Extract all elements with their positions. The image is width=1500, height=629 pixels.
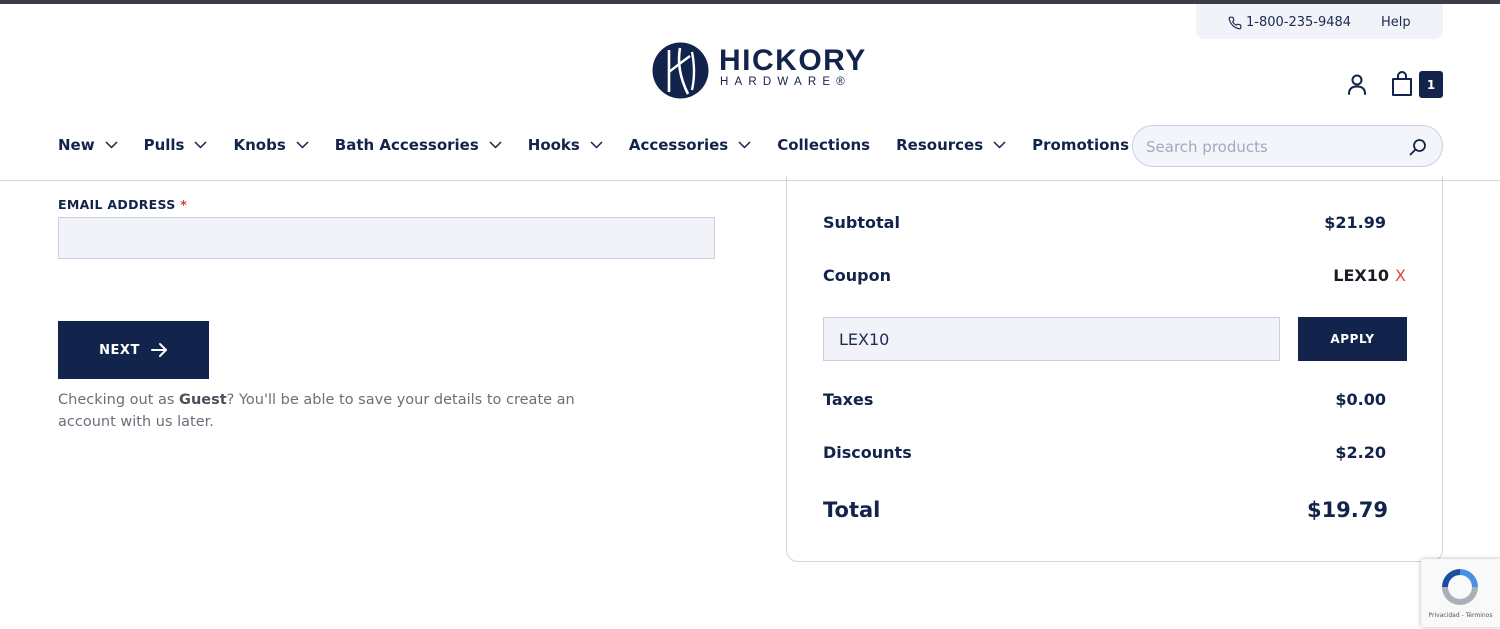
taxes-label: Taxes [823, 390, 874, 409]
logo-mark-icon [652, 42, 709, 99]
recaptcha-badge[interactable]: Privacidad - Términos [1421, 559, 1500, 627]
phone-icon [1228, 16, 1242, 29]
nav-item-collections[interactable]: Collections [777, 136, 870, 154]
nav-item-label: New [58, 136, 95, 154]
logo-text-secondary: HARDWARE® [720, 76, 851, 88]
recaptcha-icon [1442, 569, 1478, 605]
arrow-right-icon [150, 343, 167, 357]
nav-item-bath-accessories[interactable]: Bath Accessories [335, 136, 502, 154]
chevron-down-icon [194, 141, 208, 149]
order-summary: Subtotal $21.99 Coupon LEX10 X APPLY Taxe… [786, 176, 1443, 562]
chevron-down-icon [489, 141, 502, 149]
search-icon[interactable] [1409, 138, 1427, 156]
nav-item-promotions[interactable]: Promotions [1032, 136, 1129, 154]
nav-item-accessories[interactable]: Accessories [629, 136, 751, 154]
nav-item-label: Collections [777, 136, 871, 154]
next-button-label: NEXT [99, 342, 140, 358]
cart-bag-icon[interactable] [1390, 71, 1414, 97]
email-label: EMAIL ADDRESS * [58, 197, 187, 212]
recaptcha-footer: Privacidad - Términos [1428, 612, 1493, 619]
phone-number: 1-800-235-9484 [1246, 15, 1352, 30]
search-box [1132, 125, 1443, 167]
next-button[interactable]: NEXT [58, 321, 209, 379]
total-value: $19.79 [1306, 498, 1388, 522]
email-field[interactable] [58, 217, 715, 259]
chevron-down-icon [105, 141, 118, 149]
discounts-label: Discounts [823, 443, 912, 462]
chevron-down-icon [738, 141, 751, 149]
required-mark: * [180, 197, 188, 212]
phone-link[interactable]: 1-800-235-9484 [1228, 15, 1351, 30]
nav-item-label: Hooks [527, 136, 580, 154]
coupon-label: Coupon [823, 266, 891, 285]
nav-item-label: Bath Accessories [334, 136, 479, 154]
applied-coupon: LEX10 X [1333, 266, 1406, 285]
email-label-text: EMAIL ADDRESS [58, 197, 176, 212]
nav-item-resources[interactable]: Resources [896, 136, 1006, 154]
nav-item-label: Resources [896, 136, 984, 154]
subtotal-label: Subtotal [823, 213, 900, 232]
subtotal-value: $21.99 [1324, 213, 1386, 232]
chevron-down-icon [590, 141, 603, 149]
taxes-value: $0.00 [1335, 390, 1386, 409]
nav-item-label: Accessories [628, 136, 729, 154]
apply-coupon-button[interactable]: APPLY [1298, 317, 1407, 361]
chevron-down-icon [993, 141, 1006, 149]
help-link[interactable]: Help [1381, 15, 1411, 30]
account-icon[interactable] [1345, 72, 1369, 96]
chevron-down-icon [296, 141, 309, 149]
nav-item-pulls[interactable]: Pulls [144, 136, 208, 154]
nav-item-new[interactable]: New [58, 136, 118, 154]
nav-item-hooks[interactable]: Hooks [528, 136, 603, 154]
guest-checkout-note: Checking out as Guest? You'll be able to… [58, 389, 618, 433]
utility-bar: 1-800-235-9484 Help [1196, 4, 1443, 39]
applied-coupon-code: LEX10 [1333, 266, 1390, 285]
hickory-hardware-logo[interactable]: HICKORY HARDWARE® [652, 42, 865, 100]
guest-note-bold: Guest [179, 392, 227, 408]
logo-text-primary: HICKORY [719, 44, 867, 77]
search-input[interactable] [1146, 136, 1396, 158]
main-nav: New Pulls Knobs Bath Accessories Hooks A… [58, 134, 1155, 156]
remove-coupon-button[interactable]: X [1395, 266, 1406, 285]
nav-item-label: Promotions [1032, 136, 1129, 154]
guest-note-prefix: Checking out as [58, 392, 180, 408]
discounts-value: $2.20 [1335, 443, 1386, 462]
coupon-code-input[interactable] [823, 317, 1280, 361]
cart-count-badge[interactable]: 1 [1419, 71, 1443, 98]
nav-item-label: Knobs [233, 136, 286, 154]
total-label: Total [823, 498, 881, 522]
nav-item-label: Pulls [143, 136, 185, 154]
nav-item-knobs[interactable]: Knobs [233, 136, 309, 154]
